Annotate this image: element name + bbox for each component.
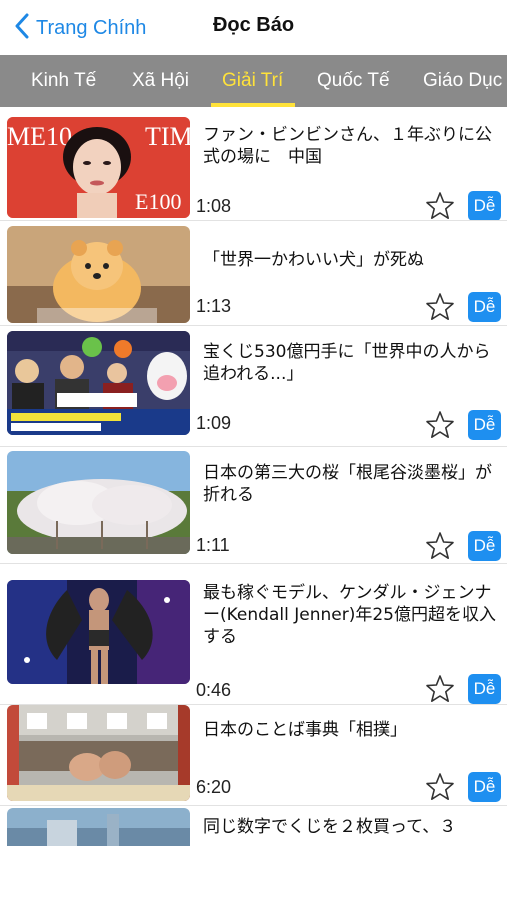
article-row[interactable]: 「世界一かわいい犬」が死ぬ 1:13 Dễ bbox=[0, 221, 507, 326]
article-row[interactable]: 最も稼ぐモデル、ケンダル・ジェンナー(Kendall Jenner)年25億円超… bbox=[0, 564, 507, 705]
favorite-star-icon[interactable] bbox=[425, 531, 455, 561]
article-title: 宝くじ530億円手に「世界中の人から追われる...」 bbox=[203, 342, 491, 384]
article-thumbnail bbox=[7, 226, 190, 323]
article-row[interactable]: 日本の第三大の桜「根尾谷淡墨桜」が折れる 1:11 Dễ bbox=[0, 447, 507, 564]
svg-text:E100: E100 bbox=[135, 189, 181, 214]
article-title: 日本の第三大の桜「根尾谷淡墨桜」が折れる bbox=[203, 463, 492, 505]
navigation-bar: Trang Chính Đọc Báo bbox=[0, 0, 507, 55]
article-thumbnail bbox=[7, 451, 190, 554]
difficulty-badge[interactable]: Dễ bbox=[468, 410, 501, 440]
article-title: ファン・ビンビンさん、１年ぶりに公式の場に 中国 bbox=[203, 125, 492, 167]
article-duration: 1:13 bbox=[196, 296, 232, 316]
difficulty-badge[interactable]: Dễ bbox=[468, 191, 501, 221]
article-thumbnail bbox=[7, 580, 190, 684]
difficulty-badge[interactable]: Dễ bbox=[468, 292, 501, 322]
difficulty-badge[interactable]: Dễ bbox=[468, 674, 501, 704]
article-thumbnail bbox=[7, 331, 190, 435]
tab-kinh-te[interactable]: Kinh Tế bbox=[31, 55, 96, 107]
article-row[interactable]: 日本のことば事典「相撲」 6:20 Dễ bbox=[0, 705, 507, 806]
article-row[interactable]: 同じ数字でくじを２枚買って、３ bbox=[0, 806, 507, 846]
svg-text:ME10: ME10 bbox=[7, 122, 72, 151]
article-duration: 1:09 bbox=[196, 413, 232, 433]
page-title: Đọc Báo bbox=[212, 14, 295, 36]
article-thumbnail bbox=[7, 808, 190, 846]
category-tab-bar: Kinh Tế Xã Hội Giải Trí Quốc Tế Giáo Dục bbox=[0, 55, 507, 107]
article-thumbnail bbox=[7, 705, 190, 801]
favorite-star-icon[interactable] bbox=[425, 292, 455, 322]
article-title: 同じ数字でくじを２枚買って、３ bbox=[203, 817, 457, 837]
article-duration: 0:46 bbox=[196, 680, 232, 700]
tab-giai-tri[interactable]: Giải Trí bbox=[222, 55, 283, 107]
difficulty-badge[interactable]: Dễ bbox=[468, 531, 501, 561]
article-duration: 6:20 bbox=[196, 777, 232, 797]
difficulty-badge[interactable]: Dễ bbox=[468, 772, 501, 802]
tab-xa-hoi[interactable]: Xã Hội bbox=[132, 55, 189, 107]
favorite-star-icon[interactable] bbox=[425, 191, 455, 221]
favorite-star-icon[interactable] bbox=[425, 772, 455, 802]
svg-text:TIM: TIM bbox=[145, 122, 190, 151]
tab-quoc-te[interactable]: Quốc Tế bbox=[317, 55, 390, 107]
app-screen: Trang Chính Đọc Báo Kinh Tế Xã Hội Giải … bbox=[0, 0, 507, 900]
article-duration: 1:08 bbox=[196, 196, 232, 216]
article-duration: 1:11 bbox=[196, 535, 230, 555]
article-title: 最も稼ぐモデル、ケンダル・ジェンナー(Kendall Jenner)年25億円超… bbox=[203, 583, 496, 647]
article-thumbnail: ME10 TIM E100 bbox=[7, 117, 190, 218]
article-title: 「世界一かわいい犬」が死ぬ bbox=[203, 250, 424, 270]
article-list[interactable]: ME10 TIM E100 ファン・ビンビンさん、１年ぶりに公式の場に 中国 1… bbox=[0, 107, 507, 900]
tab-giao-duc[interactable]: Giáo Dục bbox=[423, 55, 502, 107]
article-row[interactable]: 宝くじ530億円手に「世界中の人から追われる...」 1:09 Dễ bbox=[0, 326, 507, 447]
article-title: 日本のことば事典「相撲」 bbox=[203, 720, 407, 740]
favorite-star-icon[interactable] bbox=[425, 674, 455, 704]
article-row[interactable]: ME10 TIM E100 ファン・ビンビンさん、１年ぶりに公式の場に 中国 1… bbox=[0, 107, 507, 221]
favorite-star-icon[interactable] bbox=[425, 410, 455, 440]
